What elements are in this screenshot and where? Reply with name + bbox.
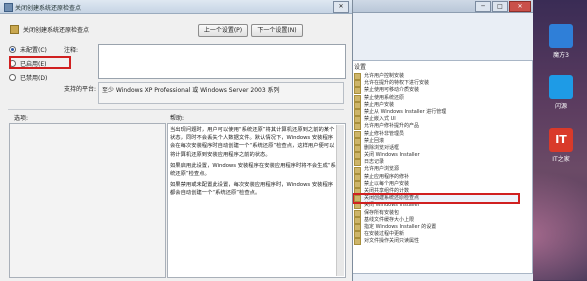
setting-name: 关闭创建系统还原检查点 [23,27,90,34]
radio-disabled[interactable]: 已禁用(D) [9,73,47,82]
dialog-title: 关闭创建系统还原检查点 [15,5,82,12]
setting-row-label: 禁止回滚 [364,137,385,144]
maximize-button[interactable]: □ [492,1,508,12]
settings-list-panel: 设置 允许用户控制安装 允许在提升的特权下进行安装 禁止使用可移动介质安装 禁止使用系… [351,60,533,274]
dialog-close-button[interactable]: ✕ [333,1,349,13]
supported-on-label: 支持的平台: [64,86,97,93]
help-paragraph: 如果启用此设置，Windows 安装程序在安装应用程序时将不会生成“系统还原”检… [170,162,336,178]
policy-item-icon [354,144,361,152]
radio-not-configured[interactable]: 未配置(C) [9,45,47,54]
help-label: 帮助: [170,115,185,122]
policy-item-icon [354,238,361,246]
policy-item-icon [354,130,361,138]
desktop-icon-label: 魔方3 [553,52,569,59]
supported-on-field: 至少 Windows XP Professional 或 Windows Ser… [98,82,344,104]
mofang-app-icon [549,24,573,48]
minimize-button[interactable]: ─ [475,1,491,12]
setting-row[interactable]: 关闭 Windows Installer [354,202,518,210]
close-button[interactable]: ✕ [509,1,531,12]
setting-row-label: 禁止用户安装 [364,101,395,108]
help-scrollbar[interactable] [336,125,344,276]
shanyuan-app-icon [549,75,573,99]
policy-item-icon [354,87,361,95]
settings-column-header[interactable]: 设置 [354,62,366,71]
section-divider [8,109,344,110]
ithome-app-icon: IT [549,128,573,152]
policy-item-icon [354,137,361,145]
setting-row-label: 对文件操作关闭只读属性 [364,238,420,245]
setting-row-label: 允许用户浏览源 [364,166,400,173]
policy-item-icon [354,159,361,167]
setting-row-label: 关闭 Windows Installer [364,202,420,209]
policy-item-icon [354,109,361,117]
policy-item-icon [354,224,361,232]
help-paragraph: 如果禁用或未配置此设置，每次安装应用程序时，Windows 安装程序都会自动创建… [170,182,334,197]
options-panel [9,123,166,278]
setting-row[interactable]: 禁止修补非管理员 [354,131,518,138]
comment-field[interactable] [98,44,346,79]
help-text: 当出现问题时，用户可以使用“系统还原”将其计算机还原到之前的某个状态，同时不会丢… [170,126,336,201]
setting-row[interactable]: 删除浏览对话框 [354,145,518,152]
policy-item-icon [354,73,361,81]
setting-row-label: 基线文件缓存大小上限 [364,216,415,223]
settings-list: 允许用户控制安装 允许在提升的特权下进行安装 禁止使用可移动介质安装 禁止使用系统还原… [352,73,520,246]
policy-item-icon [354,188,361,196]
setting-row[interactable]: 基线文件缓存大小上限 [354,217,518,224]
radio-label: 未配置(C) [20,47,47,54]
setting-header: 关闭创建系统还原检查点 [10,24,185,35]
policy-setting-icon [10,25,19,34]
policy-item-icon [354,94,361,102]
supported-on-value: 至少 Windows XP Professional 或 Windows Ser… [102,87,280,94]
desktop-icon-label: 闪源 [554,103,567,110]
policy-item-icon [354,173,361,181]
radio-label: 已禁用(D) [20,75,48,82]
policy-item-icon [354,116,361,124]
setting-row[interactable]: 禁止回滚 [354,138,518,145]
setting-row-label: 禁止修补非管理员 [364,130,405,137]
policy-item-icon [354,195,361,203]
setting-row[interactable]: 禁止以每个用户安装 [354,181,518,188]
desktop-icon-mofang[interactable]: 魔方3 [541,24,581,59]
setting-row-label: 保存所有安装包 [364,209,400,216]
radio-dot[interactable] [9,74,16,81]
policy-item-icon [354,80,361,88]
setting-row-label: 允许用户修补提升的产品 [364,123,420,130]
next-setting-button[interactable]: 下一个设置(N) [251,24,303,37]
policy-item-icon [354,166,361,174]
setting-row-label: 禁止使用可移动介质安装 [364,87,420,94]
policy-item-icon [354,202,361,210]
policy-item-icon [354,180,361,188]
policy-item-icon [354,209,361,217]
setting-row[interactable]: 允许用户浏览源 [354,166,518,174]
policy-setting-dialog: 关闭创建系统还原检查点 ✕ 关闭创建系统还原检查点 上一个设置(P) 下一个设置… [0,0,353,281]
desktop-icon-ithome[interactable]: IT IT之家 [541,128,581,163]
policy-item-icon [354,231,361,239]
desktop-icon-shanyuan[interactable]: 闪源 [541,75,581,110]
previous-setting-button[interactable]: 上一个设置(P) [198,24,248,37]
help-paragraph: 当出现问题时，用户可以使用“系统还原”将其计算机还原到之前的某个状态，同时不会丢… [170,127,335,158]
options-label: 选项: [14,115,29,122]
dialog-titlebar: 关闭创建系统还原检查点 ✕ [0,0,352,14]
setting-row-label: 删除浏览对话框 [364,144,400,151]
desktop-icon-label: IT之家 [552,156,570,163]
policy-icon [4,3,13,12]
policy-item-icon [354,101,361,109]
enabled-highlight-box [9,56,71,69]
setting-row-label: 禁止应用程序的修补 [364,173,410,180]
comment-label: 注释: [64,47,79,54]
radio-dot[interactable] [9,46,16,53]
setting-row[interactable]: 允许用户修补提升的产品 [354,123,518,131]
setting-row[interactable]: 禁止使用可移动介质安装 [354,87,518,95]
setting-row-label: 禁止使用系统还原 [364,94,405,101]
policy-item-icon [354,216,361,224]
setting-row[interactable]: 禁止应用程序的修补 [354,174,518,181]
setting-row[interactable]: 禁止用户安装 [354,102,518,109]
setting-row[interactable]: 对文件操作关闭只读属性 [354,238,518,246]
setting-row[interactable]: 保存所有安装包 [354,210,518,217]
setting-row-label: 禁止以每个用户安装 [364,180,410,187]
policy-item-icon [354,152,361,160]
setting-row[interactable]: 禁止使用系统还原 [354,95,518,102]
policy-item-icon [354,123,361,131]
